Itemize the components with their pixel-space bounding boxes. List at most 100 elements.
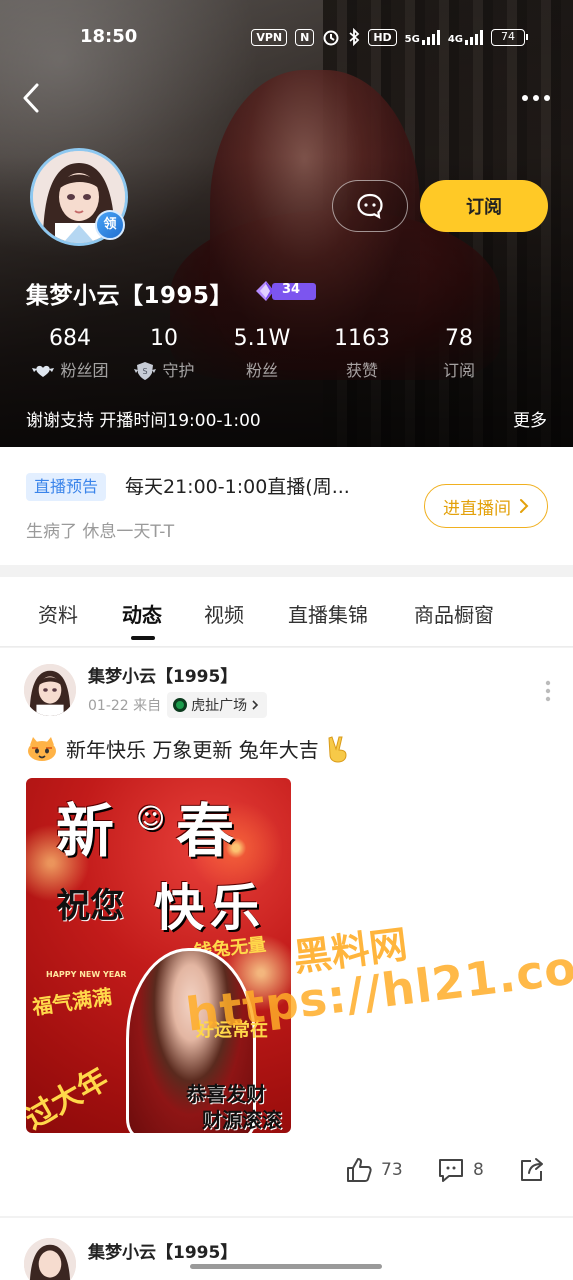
tab-live-highlights[interactable]: 直播集锦: [288, 599, 368, 628]
active-tab-indicator: [131, 636, 155, 640]
stat-label-row: 粉丝团: [22, 356, 118, 386]
stat-subscriptions[interactable]: 78 订阅: [419, 322, 499, 386]
tab-profile-info[interactable]: 资料: [38, 599, 78, 628]
image-text: 恭喜发财: [186, 1082, 266, 1106]
thumbs-up-icon: [347, 1158, 372, 1182]
profile-name: 集梦小云【1995】: [26, 283, 234, 309]
status-icons: VPN N HD 5G 4G 74: [251, 26, 528, 48]
next-post-card: 集梦小云【1995】: [0, 1218, 573, 1280]
like-count: 73: [381, 1160, 403, 1180]
post-menu-icon[interactable]: [545, 680, 551, 702]
signal-4g-label: 4G: [447, 34, 463, 45]
home-indicator[interactable]: [190, 1264, 382, 1269]
post-text-content: 新年快乐 万象更新 兔年大吉: [66, 738, 319, 762]
vpn-icon: VPN: [251, 28, 288, 46]
image-text: HAPPY NEW YEAR: [46, 970, 127, 979]
stats-row: 684 粉丝团 10 S 守护 5.1W 粉丝 1163 获赞 78 订阅: [0, 322, 573, 392]
chevron-right-icon: [252, 700, 259, 710]
more-horizontal-icon: [522, 95, 550, 101]
stat-value: 78: [445, 326, 473, 351]
signal-5g-label: 5G: [404, 34, 420, 45]
image-text: 福气满满: [30, 984, 114, 1020]
tab-shop-window[interactable]: 商品橱窗: [414, 599, 494, 628]
post-date: 01-22 来自: [88, 698, 162, 714]
tab-posts[interactable]: 动态: [122, 599, 162, 628]
image-text: 新: [56, 797, 115, 865]
share-button[interactable]: [518, 1156, 546, 1184]
stat-label: 粉丝: [245, 361, 278, 380]
profile-bio: 谢谢支持 开播时间19:00-1:00: [26, 411, 261, 431]
post-card: 集梦小云【1995】 01-22 来自 虎扯广场 新年快乐 万象更新 兔年大吉 …: [0, 648, 573, 1216]
enter-live-room-label: 进直播间: [443, 498, 511, 519]
stat-likes[interactable]: 1163 获赞: [322, 322, 402, 386]
stat-label-row: S 守护: [122, 356, 206, 386]
avatar-badge: 领: [95, 210, 125, 240]
comment-icon: [439, 1159, 463, 1182]
post-image[interactable]: 新 ☺ 春 祝您 快乐 钱兔无量 HAPPY NEW YEAR 福气满满 好运常…: [26, 778, 291, 1133]
post-avatar-illustration: [24, 1238, 76, 1280]
image-text: 好运常在: [196, 1020, 268, 1041]
post-author[interactable]: 集梦小云【1995】: [88, 662, 237, 687]
nfc-icon: N: [295, 28, 315, 46]
stat-value: 10: [150, 326, 178, 351]
post-text: 新年快乐 万象更新 兔年大吉: [26, 734, 349, 763]
alarm-icon: [323, 30, 339, 46]
profile-tabs: 资料 动态 视频 直播集锦 商品橱窗: [0, 577, 573, 647]
post-avatar[interactable]: [24, 664, 76, 716]
stat-value: 684: [49, 326, 91, 351]
image-text: 春: [176, 797, 235, 865]
chevron-right-icon: [520, 499, 529, 513]
live-notice-subtitle: 生病了 休息一天T-T: [26, 522, 175, 542]
source-logo-icon: [173, 698, 188, 712]
heart-wings-icon: [32, 365, 55, 377]
tab-videos[interactable]: 视频: [204, 599, 244, 628]
stat-fan-club[interactable]: 684 粉丝团: [22, 322, 118, 386]
battery-icon: 74: [491, 28, 528, 46]
post-source: 虎扯广场: [191, 698, 248, 714]
signal-4g-icon: 4G: [448, 29, 483, 45]
chevron-left-icon: [23, 83, 39, 113]
stat-value: 1163: [334, 326, 390, 351]
live-notice-title[interactable]: 每天21:00-1:00直播(周...: [125, 473, 350, 501]
stat-value: 5.1W: [233, 326, 291, 351]
shield-icon: S: [134, 362, 157, 380]
enter-live-room-button[interactable]: 进直播间: [424, 484, 548, 528]
post-avatar-illustration: [24, 664, 76, 716]
image-text: 过大年: [26, 1061, 115, 1133]
profile-header: 18:50 VPN N HD 5G 4G 74 领 订阅 集梦小云【1995】 …: [0, 0, 573, 447]
bio-more-link[interactable]: 更多: [513, 406, 547, 431]
image-smile: ☺: [136, 802, 166, 835]
share-icon: [521, 1158, 543, 1181]
comment-count: 8: [473, 1160, 484, 1180]
image-text: 财源滚滚: [202, 1108, 282, 1132]
live-notice-card: 直播预告 每天21:00-1:00直播(周... 生病了 休息一天T-T 进直播…: [0, 447, 573, 565]
cat-face-icon: [28, 736, 56, 761]
svg-text:S: S: [143, 367, 148, 376]
stat-label: 订阅: [442, 361, 475, 380]
bluetooth-icon: [349, 28, 360, 46]
stat-fans[interactable]: 5.1W 粉丝: [222, 322, 302, 386]
hd-icon: HD: [368, 28, 397, 46]
signal-5g-icon: 5G: [405, 29, 440, 45]
stat-label: 获赞: [345, 361, 378, 380]
live-notice-tag: 直播预告: [26, 473, 107, 501]
stat-label: 粉丝团: [60, 361, 109, 380]
chat-bubble-icon: [357, 193, 383, 220]
message-button[interactable]: [332, 180, 408, 232]
stat-label: 守护: [162, 361, 195, 380]
like-button[interactable]: 73: [345, 1156, 403, 1184]
back-button[interactable]: [20, 82, 44, 114]
post-source-chip[interactable]: 虎扯广场: [167, 692, 268, 718]
post-avatar[interactable]: [24, 1238, 76, 1280]
post-author[interactable]: 集梦小云【1995】: [88, 1238, 237, 1263]
subscribe-button[interactable]: 订阅: [420, 180, 548, 232]
level-number: 34: [282, 282, 301, 297]
status-time: 18:50: [80, 26, 138, 47]
post-meta: 01-22 来自 虎扯广场: [88, 692, 268, 718]
comment-button[interactable]: 8: [437, 1156, 484, 1184]
image-text: 祝您: [56, 886, 124, 926]
more-button[interactable]: [521, 88, 551, 108]
image-text: 快乐: [154, 879, 266, 937]
post-actions: 73 8: [0, 1156, 573, 1196]
stat-guardians[interactable]: 10 S 守护: [122, 322, 206, 386]
